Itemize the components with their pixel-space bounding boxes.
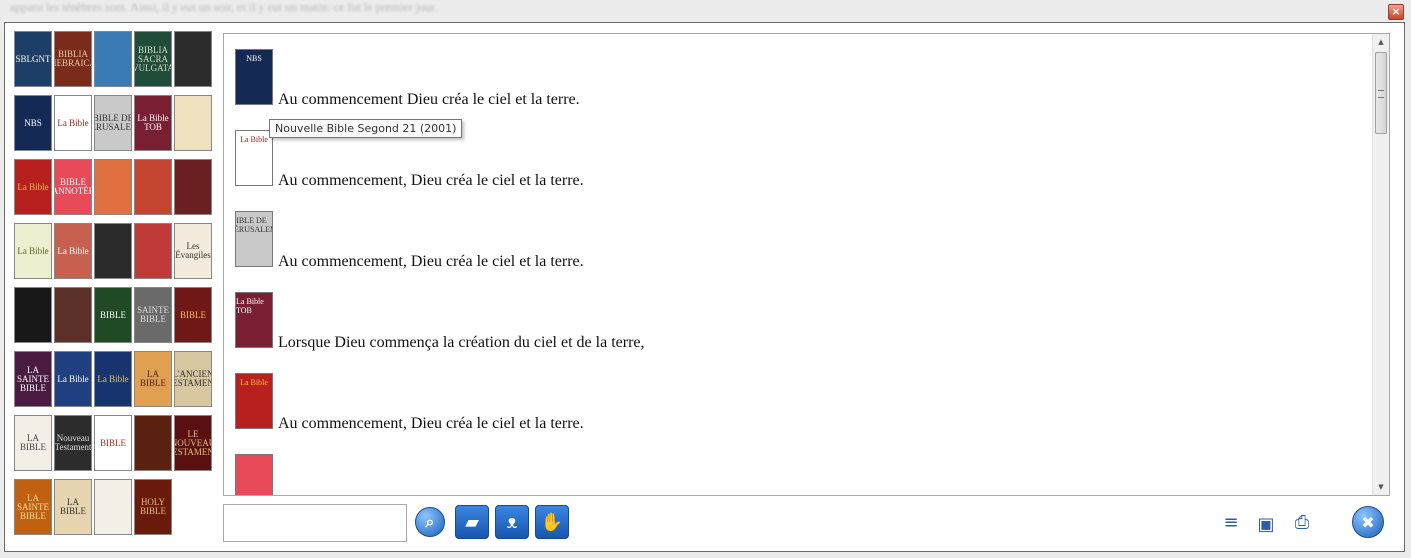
search-input[interactable] — [223, 504, 407, 542]
bible-cover-thumbnail[interactable]: BIBLE — [174, 287, 212, 343]
bible-cover-thumbnail[interactable]: LA BIBLE — [134, 351, 172, 407]
verse-reader-panel: NBS Au commencement Dieu créa le ciel et … — [223, 33, 1390, 496]
bible-cover-thumbnail[interactable]: LA SAINTE BIBLE — [14, 479, 52, 535]
bible-cover-thumbnail[interactable] — [94, 479, 132, 535]
book-button[interactable]: ▰ — [455, 505, 489, 539]
save-button[interactable]: ▣ — [1253, 511, 1279, 537]
bible-cover-thumbnail[interactable]: La Bible — [54, 223, 92, 279]
verse-entry: NBS Au commencement Dieu créa le ciel et … — [235, 49, 580, 108]
close-dialog-button[interactable]: ✖ — [1352, 506, 1384, 538]
fish-button[interactable]: ᴥ — [495, 505, 529, 539]
floppy-disk-icon: ▣ — [1257, 513, 1275, 535]
verse-text: Au commencement Dieu créa le ciel et la … — [278, 91, 580, 108]
bible-cover-thumbnail[interactable]: La Bible TOB — [134, 95, 172, 151]
close-icon: ✖ — [1361, 512, 1375, 532]
bible-cover-thumbnail[interactable] — [174, 159, 212, 215]
bible-cover-thumbnail[interactable]: BIBLIA HEBRAICA — [54, 31, 92, 87]
bible-cover-thumbnail[interactable]: Nouveau Testament — [54, 415, 92, 471]
bible-cover-thumbnail[interactable]: BIBLE — [94, 287, 132, 343]
background-text: apparu les ténèbres sont. Ainsi, il y eu… — [10, 0, 438, 14]
bible-cover-thumbnail[interactable]: La Bible — [94, 351, 132, 407]
bible-cover-thumbnail[interactable]: LA BIBLE — [54, 479, 92, 535]
verse-text: Au commencement, Dieu créa le ciel et la… — [278, 172, 584, 189]
bible-cover-thumbnail[interactable]: LA SAINTE BIBLE — [14, 351, 52, 407]
bible-cover-thumbnail[interactable]: La Bible — [54, 95, 92, 151]
window-close-button[interactable]: × — [1388, 4, 1404, 20]
bible-cover-thumbnail[interactable] — [134, 415, 172, 471]
verse-entry: La Bible Au commencement, Dieu créa le ci… — [235, 373, 584, 432]
scroll-down-arrow[interactable]: ▼ — [1373, 479, 1389, 495]
search-button[interactable]: ⌕ — [415, 507, 445, 537]
bible-cover-thumbnail[interactable] — [174, 95, 212, 151]
printer-icon: ⎙ — [1294, 511, 1310, 533]
bible-cover-thumbnail[interactable] — [94, 223, 132, 279]
bible-cover-thumbnail[interactable]: LE NOUVEAU TESTAMENT — [174, 415, 212, 471]
bible-cover-thumbnail[interactable]: La Bible — [54, 351, 92, 407]
verse-entry: BIBLE DE JÉRUSALEM Au commencement, Dieu … — [235, 211, 584, 270]
prayer-button[interactable]: ✋ — [535, 505, 569, 539]
version-cover-icon[interactable]: La Bible — [235, 130, 273, 186]
verse-text: Lorsque Dieu commença la création du cie… — [278, 334, 645, 351]
version-cover-icon[interactable]: NBS — [235, 49, 273, 105]
vertical-scrollbar[interactable]: ▲ ▼ — [1372, 34, 1389, 495]
book-icon: ▰ — [465, 511, 479, 533]
bible-cover-thumbnail[interactable]: BIBLE DE JÉRUSALEM — [94, 95, 132, 151]
bible-cover-thumbnail[interactable]: BIBLE ANNOTÉE — [54, 159, 92, 215]
verse-text: Au commencement, Dieu créa le ciel et la… — [278, 415, 584, 432]
bible-cover-thumbnail[interactable] — [134, 223, 172, 279]
version-cover-icon[interactable]: BIBLE DE JÉRUSALEM — [235, 211, 273, 267]
bible-cover-thumbnail[interactable] — [174, 31, 212, 87]
scroll-thumb[interactable] — [1375, 52, 1387, 134]
bible-cover-thumbnail[interactable]: SBLGNT — [14, 31, 52, 87]
verse-entry: La Bible Au commencement, Dieu créa le ci… — [235, 130, 584, 189]
compare-button[interactable]: ≡ — [1218, 509, 1244, 535]
bible-cover-thumbnail[interactable]: L'ANCIEN TESTAMENT — [174, 351, 212, 407]
print-button[interactable]: ⎙ — [1289, 509, 1315, 535]
verse-entry: La Bible TOB Lorsque Dieu commença la cré… — [235, 292, 645, 351]
bible-cover-thumbnail[interactable]: LA BIBLE — [14, 415, 52, 471]
bible-cover-thumbnail[interactable]: Les Évangiles — [174, 223, 212, 279]
fish-icon: ᴥ — [506, 511, 518, 533]
bible-compare-dialog: SBLGNTBIBLIA HEBRAICA BIBLIA SACRA VULGAT… — [4, 22, 1405, 552]
version-cover-icon[interactable]: La Bible — [235, 373, 273, 429]
bible-cover-thumbnail[interactable]: BIBLIA SACRA VULGATA — [134, 31, 172, 87]
bible-cover-thumbnail[interactable] — [94, 31, 132, 87]
scroll-grip-icon — [1378, 90, 1384, 98]
version-cover-icon[interactable]: La Bible TOB — [235, 292, 273, 348]
scroll-up-arrow[interactable]: ▲ — [1373, 34, 1389, 50]
bible-cover-thumbnail[interactable] — [14, 287, 52, 343]
bible-cover-thumbnail[interactable]: BIBLE — [94, 415, 132, 471]
version-tooltip: Nouvelle Bible Segond 21 (2001) — [269, 119, 463, 138]
compare-icon: ≡ — [1223, 511, 1239, 533]
bible-cover-thumbnail[interactable]: La Bible — [14, 159, 52, 215]
bible-cover-thumbnail[interactable]: HOLY BIBLE — [134, 479, 172, 535]
bible-cover-thumbnail[interactable] — [54, 287, 92, 343]
bible-cover-thumbnail[interactable]: La Bible — [14, 223, 52, 279]
magnifier-icon: ⌕ — [425, 512, 435, 531]
version-cover-icon[interactable] — [235, 454, 273, 495]
bible-cover-thumbnail[interactable] — [134, 159, 172, 215]
verse-text: Au commencement, Dieu créa le ciel et la… — [278, 253, 584, 270]
bible-cover-thumbnail[interactable]: SAINTE BIBLE — [134, 287, 172, 343]
praying-hands-icon: ✋ — [540, 511, 564, 533]
bible-cover-thumbnail[interactable]: NBS — [14, 95, 52, 151]
bible-cover-thumbnail[interactable] — [94, 159, 132, 215]
verse-entry — [235, 454, 278, 495]
